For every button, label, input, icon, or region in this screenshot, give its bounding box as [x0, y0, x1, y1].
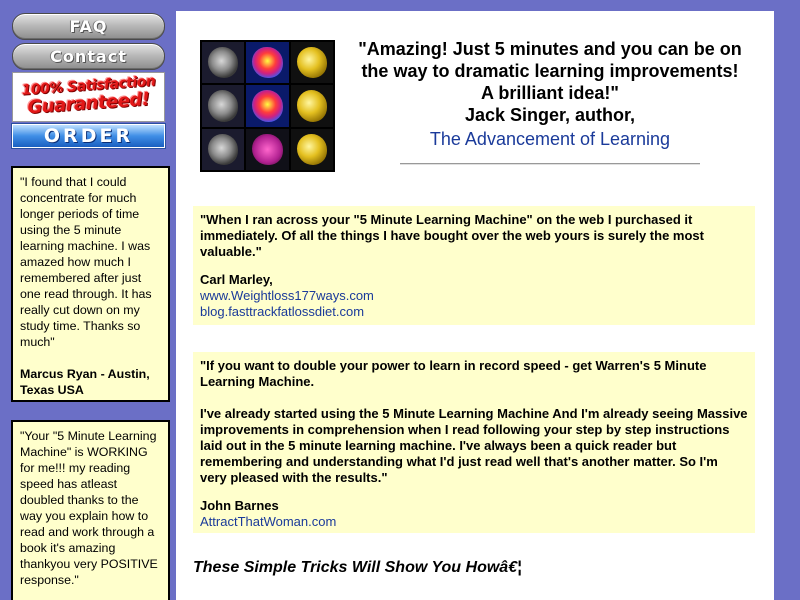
testimonial-text: "Your "5 Minute Learning Machine" is WOR…: [20, 429, 158, 587]
sidebar-testimonial: "I found that I could concentrate for mu…: [11, 166, 170, 402]
quote-author: John Barnes: [200, 498, 279, 513]
brain-scan-cell: [290, 42, 333, 84]
testimonial-text: "I found that I could concentrate for mu…: [20, 175, 152, 349]
headline-author: Jack Singer, author,: [464, 105, 636, 125]
quote-text: I've already started using the 5 Minute …: [200, 406, 748, 485]
testimonial-author: Marcus Ryan - Austin, Texas USA: [20, 367, 150, 397]
brain-scan-image: [200, 40, 335, 172]
satisfaction-guarantee-badge: 100% Satisfaction Guaranteed!: [12, 72, 165, 122]
section-tagline: These Simple Tricks Will Show You Howâ€¦: [193, 559, 522, 576]
testimonial-quote: "If you want to double your power to lea…: [193, 352, 755, 533]
sidebar: FAQ Contact 100% Satisfaction Guaranteed…: [0, 0, 176, 600]
quote-text: "When I ran across your "5 Minute Learni…: [200, 212, 704, 259]
brain-scan-cell: [246, 85, 289, 127]
headline-quote: "Amazing! Just 5 minutes and you can be …: [346, 38, 754, 150]
faq-button[interactable]: FAQ: [12, 13, 165, 40]
divider: [400, 163, 700, 165]
headline-line: A brilliant idea!": [481, 83, 619, 103]
author-blog-link[interactable]: blog.fasttrackfatlossdiet.com: [200, 304, 748, 320]
brain-scan-cell: [246, 128, 289, 170]
brain-scan-cell: [290, 128, 333, 170]
headline-line: the way to dramatic learning improvement…: [361, 61, 739, 81]
quote-text: "If you want to double your power to lea…: [200, 358, 707, 389]
main-content: "Amazing! Just 5 minutes and you can be …: [176, 11, 774, 600]
brain-scan-cell: [202, 85, 245, 127]
book-title-link[interactable]: The Advancement of Learning: [346, 128, 754, 150]
brain-scan-cell: [202, 128, 245, 170]
brain-scan-cell: [246, 42, 289, 84]
sidebar-testimonial: "Your "5 Minute Learning Machine" is WOR…: [11, 420, 170, 600]
contact-button[interactable]: Contact: [12, 43, 165, 70]
quote-author: Carl Marley,: [200, 272, 273, 287]
headline-line: "Amazing! Just 5 minutes and you can be …: [358, 39, 742, 59]
order-button[interactable]: ORDER: [11, 123, 166, 149]
brain-scan-cell: [202, 42, 245, 84]
testimonial-quote: "When I ran across your "5 Minute Learni…: [193, 206, 755, 325]
author-website-link[interactable]: www.Weightloss177ways.com: [200, 288, 748, 304]
brain-scan-cell: [290, 85, 333, 127]
author-website-link[interactable]: AttractThatWoman.com: [200, 514, 748, 530]
